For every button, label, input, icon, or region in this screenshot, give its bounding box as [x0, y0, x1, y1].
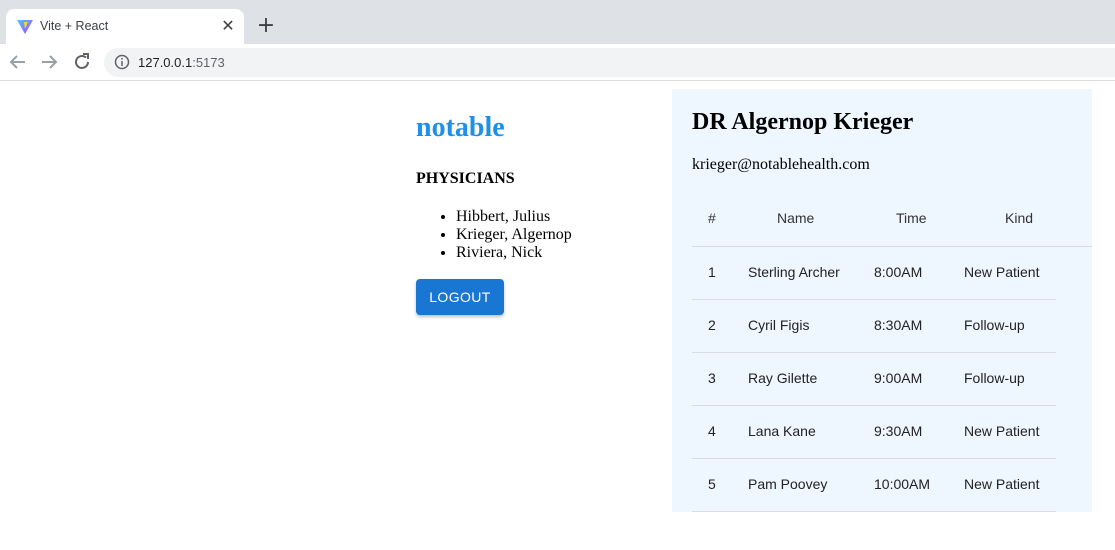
- forward-arrow-icon[interactable]: [38, 51, 60, 73]
- tab-title: Vite + React: [40, 19, 109, 33]
- appointments-table: # Name Time Kind 1 Sterling Archer 8:00A…: [692, 191, 1092, 512]
- vite-logo-icon: [17, 20, 33, 34]
- doctor-email: krieger@notablehealth.com: [692, 156, 870, 173]
- column-header-name: Name: [777, 210, 815, 226]
- row-number: 3: [708, 370, 716, 386]
- patient-name: Cyril Figis: [748, 317, 810, 333]
- appointment-kind: Follow-up: [964, 317, 1025, 333]
- physician-list: Hibbert, Julius Krieger, Algernop Rivier…: [456, 208, 572, 262]
- physician-item[interactable]: Hibbert, Julius: [456, 208, 572, 226]
- appointment-kind: New Patient: [964, 476, 1040, 492]
- table-row: 5 Pam Poovey 10:00AM New Patient: [692, 459, 1056, 512]
- appointment-kind: New Patient: [964, 423, 1040, 439]
- table-row: 4 Lana Kane 9:30AM New Patient: [692, 406, 1056, 459]
- column-header-kind: Kind: [1005, 210, 1034, 226]
- close-tab-icon[interactable]: ✕: [219, 15, 237, 37]
- appointment-kind: Follow-up: [964, 370, 1025, 386]
- url-port: :5173: [192, 55, 225, 70]
- logout-button[interactable]: LOGOUT: [416, 279, 504, 315]
- appointment-time: 8:00AM: [874, 264, 923, 280]
- doctor-panel: DR Algernop Krieger krieger@notablehealt…: [672, 89, 1092, 512]
- app-logo: notable: [416, 112, 505, 143]
- browser-tab[interactable]: Vite + React ✕: [6, 9, 244, 44]
- appointment-time: 9:30AM: [874, 423, 923, 439]
- browser-tab-strip: Vite + React ✕ +: [0, 0, 1115, 44]
- appointment-time: 10:00AM: [874, 476, 931, 492]
- physicians-heading: PHYSICIANS: [416, 170, 515, 187]
- reload-icon[interactable]: [71, 51, 93, 73]
- patient-name: Lana Kane: [748, 423, 816, 439]
- browser-toolbar: 127.0.0.1:5173: [0, 44, 1115, 81]
- table-row: 3 Ray Gilette 9:00AM Follow-up: [692, 353, 1056, 406]
- new-tab-icon[interactable]: +: [254, 14, 278, 38]
- appointment-time: 9:00AM: [874, 370, 923, 386]
- row-number: 1: [708, 264, 716, 280]
- doctor-name: DR Algernop Krieger: [692, 109, 914, 135]
- address-bar[interactable]: 127.0.0.1:5173: [104, 48, 1115, 77]
- row-number: 2: [708, 317, 716, 333]
- table-row: 2 Cyril Figis 8:30AM Follow-up: [692, 300, 1056, 353]
- patient-name: Sterling Archer: [748, 264, 840, 280]
- appointment-time: 8:30AM: [874, 317, 923, 333]
- table-header: # Name Time Kind: [692, 191, 1092, 247]
- physician-item[interactable]: Riviera, Nick: [456, 244, 572, 262]
- row-number: 5: [708, 476, 716, 492]
- url-host: 127.0.0.1: [138, 55, 193, 70]
- url-text: 127.0.0.1:5173: [138, 55, 225, 70]
- patient-name: Ray Gilette: [748, 370, 818, 386]
- patient-name: Pam Poovey: [748, 476, 828, 492]
- info-icon[interactable]: [114, 54, 130, 70]
- appointment-kind: New Patient: [964, 264, 1040, 280]
- column-header-number: #: [708, 210, 716, 226]
- table-row: 1 Sterling Archer 8:00AM New Patient: [692, 247, 1056, 300]
- column-header-time: Time: [896, 210, 927, 226]
- row-number: 4: [708, 423, 716, 439]
- physician-item[interactable]: Krieger, Algernop: [456, 226, 572, 244]
- back-arrow-icon[interactable]: [7, 51, 29, 73]
